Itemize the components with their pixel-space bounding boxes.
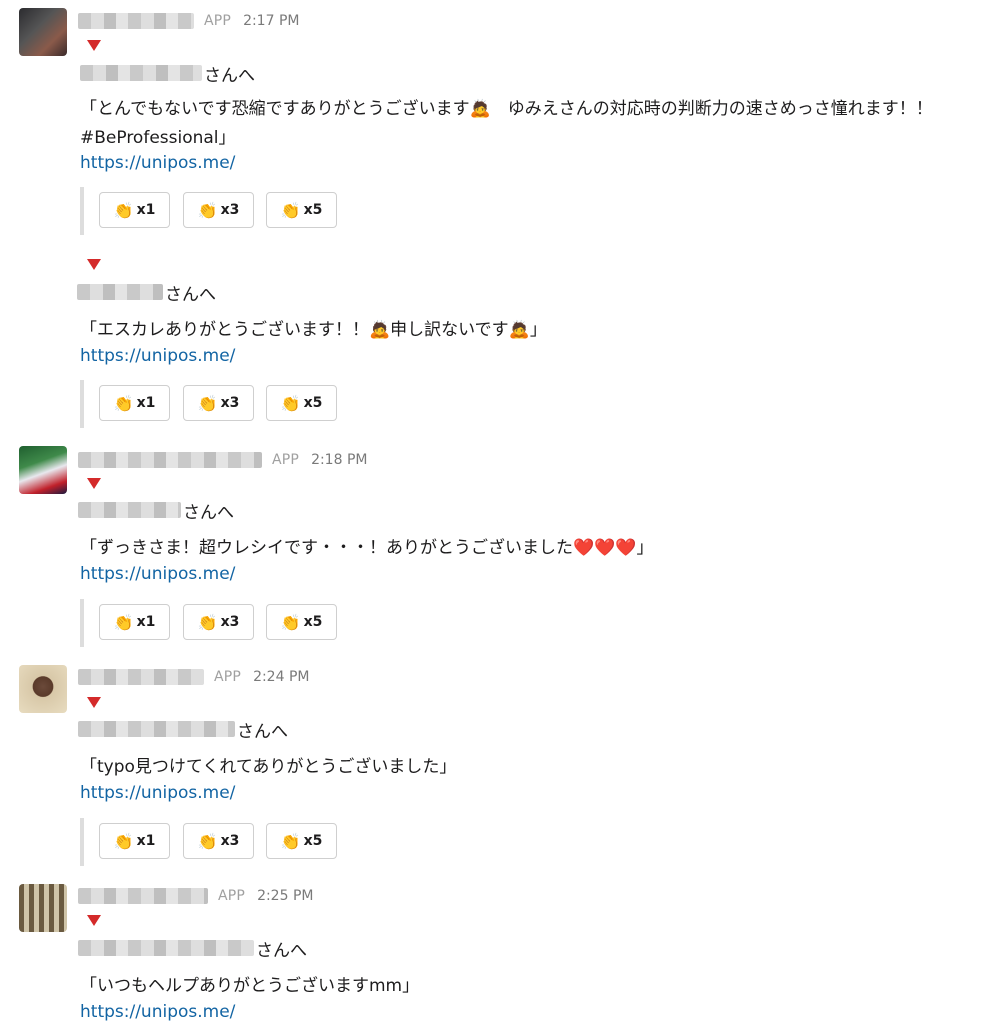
timestamp[interactable]: 2:17 PM [243,13,299,29]
unipos-link[interactable]: https://unipos.me/ [80,153,235,173]
app-badge: APP [204,13,232,29]
button-label: x3 [220,614,240,630]
button-label: x3 [220,395,240,411]
recipient: さんへ [78,716,288,742]
triangle-down-icon [87,915,101,926]
avatar[interactable] [19,8,67,56]
reaction-buttons: 👏 x1 👏 x3 👏 x5 [80,187,337,235]
button-label: x5 [303,833,323,849]
clap-x3-button[interactable]: 👏 x3 [183,604,254,640]
sender-name-redacted[interactable] [78,669,204,685]
clap-x3-button[interactable]: 👏 x3 [183,823,254,859]
message-text: 「とんでもないです恐縮ですありがとうございます🙇 ゆみえさんの対応時の判断力の速… [80,99,933,148]
unipos-link[interactable]: https://unipos.me/ [80,1002,235,1022]
button-label: x1 [136,614,156,630]
recipient: さんへ [78,935,307,961]
unipos-link[interactable]: https://unipos.me/ [80,346,235,366]
recipient: さんへ [80,60,255,86]
message-header: APP 2:18 PM [78,449,367,471]
triangle-down-icon [87,259,101,270]
clap-x1-button[interactable]: 👏 x1 [99,604,170,640]
button-label: x1 [136,395,156,411]
clap-x5-button[interactable]: 👏 x5 [266,192,337,228]
clap-icon: 👏 [197,200,218,220]
reaction-buttons: 👏 x1 👏 x3 👏 x5 [80,380,337,428]
message-text: 「エスカレありがとうございます！！🙇申し訳ないです🙇」 [80,320,547,340]
button-label: x3 [220,833,240,849]
button-label: x1 [136,833,156,849]
avatar[interactable] [19,665,67,713]
button-label: x1 [136,202,156,218]
recipient-suffix: さんへ [165,284,216,305]
clap-icon: 👏 [197,831,218,851]
timestamp[interactable]: 2:25 PM [257,888,313,904]
button-label: x5 [303,202,323,218]
sender-name-redacted[interactable] [78,888,208,904]
message-header: APP 2:24 PM [78,666,309,688]
recipient-name-redacted [78,721,235,737]
recipient-suffix: さんへ [183,502,234,523]
sender-name-redacted[interactable] [78,452,262,468]
reaction-buttons: 👏 x1 👏 x3 👏 x5 [80,599,337,647]
clap-x5-button[interactable]: 👏 x5 [266,385,337,421]
recipient-name-redacted [78,502,181,518]
triangle-down-icon [87,40,101,51]
recipient-name-redacted [78,940,254,956]
timestamp[interactable]: 2:24 PM [253,669,309,685]
button-label: x5 [303,614,323,630]
clap-icon: 👏 [197,393,218,413]
clap-x1-button[interactable]: 👏 x1 [99,823,170,859]
app-badge: APP [214,669,242,685]
clap-x3-button[interactable]: 👏 x3 [183,385,254,421]
triangle-down-icon [87,478,101,489]
recipient: さんへ [78,497,234,523]
recipient-suffix: さんへ [256,940,307,961]
clap-icon: 👏 [280,612,301,632]
recipient-name-redacted [80,65,202,81]
reaction-buttons: 👏 x1 👏 x3 👏 x5 [80,818,337,866]
clap-icon: 👏 [113,831,134,851]
recipient-suffix: さんへ [204,65,255,86]
clap-x1-button[interactable]: 👏 x1 [99,192,170,228]
clap-icon: 👏 [113,393,134,413]
unipos-link[interactable]: https://unipos.me/ [80,783,235,803]
message-text: 「いつもヘルプありがとうございますmm」 [80,976,420,996]
message-header: APP 2:17 PM [78,10,299,32]
message-text: 「typo見つけてくれてありがとうございました」 [80,757,457,777]
button-label: x3 [220,202,240,218]
avatar[interactable] [19,884,67,932]
recipient-name-redacted [77,284,163,300]
clap-x3-button[interactable]: 👏 x3 [183,192,254,228]
timestamp[interactable]: 2:18 PM [311,452,367,468]
sender-name-redacted[interactable] [78,13,194,29]
recipient: さんへ [77,279,216,305]
triangle-down-icon [87,697,101,708]
clap-x5-button[interactable]: 👏 x5 [266,823,337,859]
clap-icon: 👏 [280,831,301,851]
app-badge: APP [272,452,300,468]
message-header: APP 2:25 PM [78,885,313,907]
clap-x1-button[interactable]: 👏 x1 [99,385,170,421]
clap-x5-button[interactable]: 👏 x5 [266,604,337,640]
avatar[interactable] [19,446,67,494]
clap-icon: 👏 [197,612,218,632]
message-text: 「ずっきさま！超ウレシイです・・・！ありがとうございました❤️❤️❤️」 [80,538,654,558]
app-badge: APP [218,888,246,904]
clap-icon: 👏 [113,612,134,632]
clap-icon: 👏 [280,200,301,220]
unipos-link[interactable]: https://unipos.me/ [80,564,235,584]
recipient-suffix: さんへ [237,721,288,742]
clap-icon: 👏 [113,200,134,220]
clap-icon: 👏 [280,393,301,413]
button-label: x5 [303,395,323,411]
